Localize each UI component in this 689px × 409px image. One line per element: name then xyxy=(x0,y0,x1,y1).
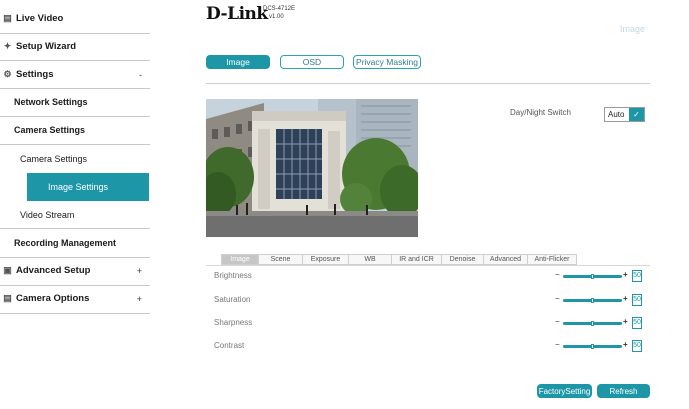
nav-camera-settings-group[interactable]: Camera Settings xyxy=(0,125,150,135)
divider xyxy=(0,313,150,314)
brightness-label: Brightness xyxy=(214,271,252,280)
slider-thumb[interactable] xyxy=(590,344,594,349)
brightness-slider[interactable] xyxy=(563,274,622,279)
divider xyxy=(0,144,150,145)
day-night-value: Auto xyxy=(608,110,625,119)
divider xyxy=(0,228,150,229)
brightness-decrease[interactable]: − xyxy=(555,270,560,279)
document-icon: ▤ xyxy=(3,293,12,303)
wand-icon: ✦ xyxy=(3,41,12,51)
sharpness-decrease[interactable]: − xyxy=(555,317,560,326)
factory-setting-button[interactable]: FactorySetting xyxy=(537,384,592,398)
brightness-increase[interactable]: + xyxy=(623,270,628,279)
contrast-slider[interactable] xyxy=(563,344,622,349)
nav-camera-options-label: Camera Options xyxy=(16,293,90,304)
saturation-decrease[interactable]: − xyxy=(555,294,560,303)
nav-network-settings[interactable]: Network Settings xyxy=(0,97,150,107)
video-icon: ▤ xyxy=(3,13,12,23)
subtab-anti-flicker[interactable]: Anti-Flicker xyxy=(527,254,577,265)
model-info: DCS-4712E v1.00 xyxy=(263,5,295,21)
divider xyxy=(0,116,150,117)
divider xyxy=(0,257,150,258)
gear-icon: ⚙ xyxy=(3,69,12,79)
subtab-denoise[interactable]: Denoise xyxy=(441,254,484,265)
sharpness-increase[interactable]: + xyxy=(623,317,628,326)
subtab-exposure[interactable]: Exposure xyxy=(302,254,349,265)
contrast-label: Contrast xyxy=(214,341,245,350)
nav-settings-label: Settings xyxy=(16,69,54,80)
nav-image-settings[interactable]: Image Settings xyxy=(27,173,149,201)
subtab-scene[interactable]: Scene xyxy=(258,254,303,265)
collapse-toggle[interactable]: - xyxy=(139,70,142,80)
day-night-label: Day/Night Switch xyxy=(510,108,571,117)
nav-image-settings-label: Image Settings xyxy=(48,182,109,192)
tab-privacy-masking[interactable]: Privacy Masking xyxy=(353,55,421,69)
expand-toggle[interactable]: + xyxy=(137,294,142,304)
subtab-wb[interactable]: WB xyxy=(348,254,392,265)
subtab-advanced[interactable]: Advanced xyxy=(483,254,528,265)
nav-advanced-setup[interactable]: ▣ Advanced Setup + xyxy=(0,265,150,276)
slider-thumb[interactable] xyxy=(590,321,594,326)
saturation-label: Saturation xyxy=(214,295,251,304)
nav-camera-settings[interactable]: Camera Settings xyxy=(0,154,150,164)
subtab-ir-icr[interactable]: IR and ICR xyxy=(391,254,442,265)
sidebar: ▤ Live Video ✦ Setup Wizard ⚙ Settings -… xyxy=(0,0,162,409)
sharpness-slider[interactable] xyxy=(563,321,622,326)
expand-toggle[interactable]: + xyxy=(137,266,142,276)
divider xyxy=(206,83,650,84)
advanced-icon: ▣ xyxy=(3,265,12,275)
page-title: Image xyxy=(620,24,646,34)
day-night-select[interactable]: Auto ✓ xyxy=(604,107,645,122)
sharpness-value[interactable]: 50 xyxy=(632,317,642,329)
model-name: DCS-4712E xyxy=(263,6,296,12)
dlink-logo: D-Link xyxy=(206,4,268,24)
divider xyxy=(0,285,150,286)
contrast-decrease[interactable]: − xyxy=(555,340,560,349)
divider xyxy=(206,265,650,266)
firmware-version: v1.00 xyxy=(269,14,284,20)
nav-setup-wizard[interactable]: ✦ Setup Wizard xyxy=(0,41,150,52)
nav-settings[interactable]: ⚙ Settings - xyxy=(0,69,150,80)
nav-live-video-label: Live Video xyxy=(16,13,64,24)
divider xyxy=(0,88,150,89)
nav-live-video[interactable]: ▤ Live Video xyxy=(0,13,150,24)
slider-thumb[interactable] xyxy=(590,274,594,279)
nav-advanced-setup-label: Advanced Setup xyxy=(16,265,91,276)
subtab-image[interactable]: Image xyxy=(221,254,259,265)
refresh-button[interactable]: Refresh xyxy=(597,384,650,398)
sharpness-label: Sharpness xyxy=(214,318,253,327)
tab-osd[interactable]: OSD xyxy=(280,55,344,69)
saturation-value[interactable]: 50 xyxy=(632,294,642,306)
saturation-increase[interactable]: + xyxy=(623,294,628,303)
nav-setup-wizard-label: Setup Wizard xyxy=(16,41,77,52)
image-sub-tabs: Image Scene Exposure WB IR and ICR Denoi… xyxy=(221,254,577,265)
contrast-increase[interactable]: + xyxy=(623,340,628,349)
slider-thumb[interactable] xyxy=(590,298,594,303)
divider xyxy=(0,60,150,61)
contrast-value[interactable]: 50 xyxy=(632,340,642,352)
camera-preview xyxy=(206,99,418,237)
nav-video-stream[interactable]: Video Stream xyxy=(0,210,150,220)
brightness-value[interactable]: 50 xyxy=(632,270,642,282)
chevron-down-icon[interactable]: ✓ xyxy=(629,108,644,121)
nav-camera-options[interactable]: ▤ Camera Options + xyxy=(0,293,150,304)
divider xyxy=(0,33,150,34)
tab-image[interactable]: Image xyxy=(206,55,270,69)
saturation-slider[interactable] xyxy=(563,298,622,303)
nav-recording-management[interactable]: Recording Management xyxy=(0,238,150,248)
